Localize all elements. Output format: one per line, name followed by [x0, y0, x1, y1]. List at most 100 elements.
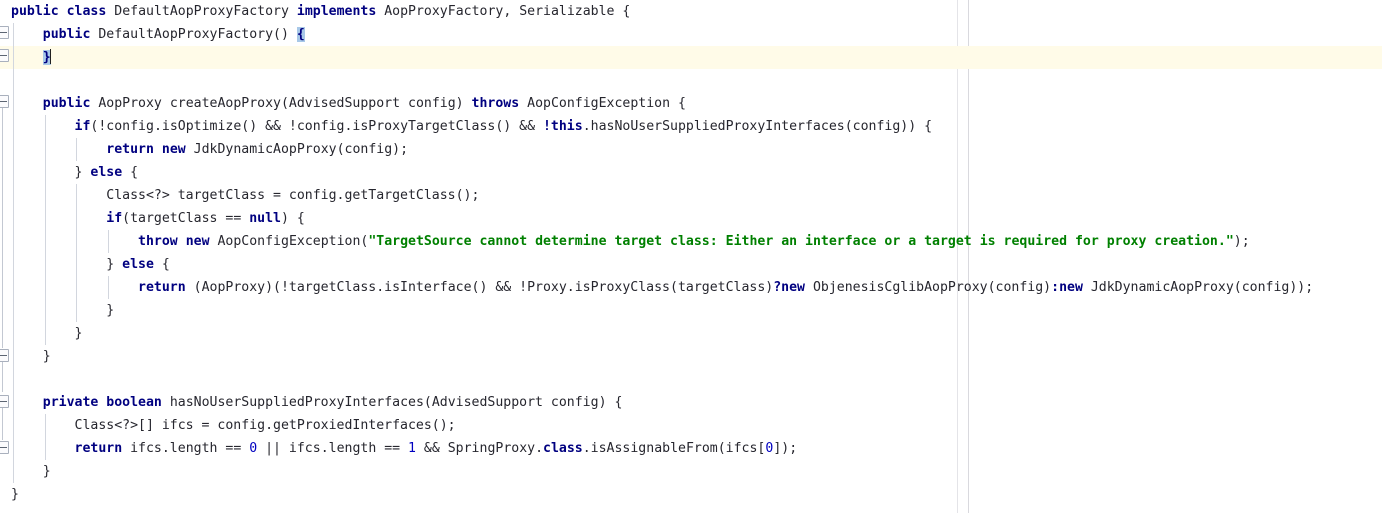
fold-toggle-3[interactable]: [0, 95, 9, 108]
token-pun: [11, 395, 43, 410]
code-line[interactable]: Class<?>[] ifcs = config.getProxiedInter…: [0, 414, 1382, 437]
token-id: ObjenesisCglibAopProxy(config): [805, 280, 1052, 295]
indent-guide: [13, 46, 14, 69]
indent-guide: [76, 230, 78, 253]
code-line[interactable]: return (AopProxy)(!targetClass.isInterfa…: [0, 276, 1382, 299]
token-id: Class<?> targetClass = config.getTargetC…: [11, 188, 480, 203]
token-kw: null: [249, 211, 281, 226]
code-line[interactable]: } else {: [0, 161, 1382, 184]
token-id: AopProxyFactory, Serializable {: [384, 4, 631, 19]
token-brace-hl: {: [296, 27, 305, 42]
fold-toggle-5[interactable]: [0, 395, 9, 408]
indent-guide: [76, 253, 78, 276]
token-pun: [519, 96, 527, 111]
token-id: hasNoUserSuppliedProxyInterfaces(Advised…: [169, 395, 623, 410]
token-kw: new: [781, 280, 805, 295]
token-id: .hasNoUserSuppliedProxyInterfaces(config…: [582, 119, 933, 134]
indent-guide: [13, 414, 14, 437]
token-id: Class<?>[] ifcs = config.getProxiedInter…: [11, 418, 456, 433]
token-pun: [162, 395, 170, 410]
token-kw: return: [138, 280, 186, 295]
indent-guide: [13, 345, 14, 368]
token-kw: boolean: [106, 395, 162, 410]
token-id: DefaultAopProxyFactory: [114, 4, 289, 19]
code-line[interactable]: [0, 69, 1382, 92]
code-line[interactable]: if(targetClass == null) {: [0, 207, 1382, 230]
fold-toggle-2[interactable]: [0, 49, 9, 62]
code-line[interactable]: } else {: [0, 253, 1382, 276]
token-pun: [11, 96, 43, 111]
token-kw: return: [74, 441, 123, 456]
token-id: ifcs.length ==: [122, 441, 250, 456]
code-line[interactable]: return ifcs.length == 0 || ifcs.length =…: [0, 437, 1382, 460]
code-line[interactable]: throw new AopConfigException("TargetSour…: [0, 230, 1382, 253]
token-kw: new: [161, 142, 186, 157]
indent-guide: [13, 368, 14, 391]
token-id: }: [11, 464, 51, 479]
token-id: JdkDynamicAopProxy(config));: [1082, 280, 1314, 295]
indent-guide: [13, 23, 14, 46]
token-id: ) {: [280, 211, 305, 226]
token-kw: new: [185, 234, 210, 249]
token-num: 0: [249, 441, 258, 456]
indent-guide: [13, 69, 14, 92]
token-id: && SpringProxy.: [415, 441, 544, 456]
token-pun: [59, 4, 67, 19]
token-id: (!config.isOptimize() && !config.isProxy…: [90, 119, 543, 134]
indent-guide: [76, 184, 78, 207]
code-content[interactable]: public class DefaultAopProxyFactory impl…: [0, 0, 1382, 513]
token-kw: ?: [773, 280, 782, 295]
indent-guide: [44, 230, 46, 253]
indent-guide: [13, 299, 14, 322]
fold-toggle-4[interactable]: [0, 349, 9, 362]
token-id: (targetClass ==: [122, 211, 250, 226]
indent-guide: [13, 184, 14, 207]
indent-guide: [13, 460, 14, 483]
text-caret: [49, 49, 51, 64]
code-line[interactable]: return new JdkDynamicAopProxy(config);: [0, 138, 1382, 161]
token-kw: public: [11, 4, 59, 19]
code-line[interactable]: }: [0, 483, 1382, 506]
token-kw: class: [543, 441, 583, 456]
token-kw: public: [42, 96, 91, 111]
token-pun: [178, 234, 186, 249]
token-id: }: [11, 257, 123, 272]
token-pun: [11, 280, 138, 295]
indent-guide: [44, 299, 46, 322]
token-kw: !this: [542, 119, 583, 134]
indent-guide: [76, 276, 78, 299]
indent-guide: [44, 322, 46, 345]
fold-connector-2: [2, 362, 3, 392]
code-line[interactable]: [0, 368, 1382, 391]
token-kw: implements: [296, 4, 377, 19]
code-line[interactable]: public DefaultAopProxyFactory() {: [0, 23, 1382, 46]
fold-toggle-1[interactable]: [0, 26, 9, 39]
code-line[interactable]: public AopProxy createAopProxy(AdvisedSu…: [0, 92, 1382, 115]
token-pun: [154, 142, 162, 157]
code-line[interactable]: public class DefaultAopProxyFactory impl…: [0, 0, 1382, 23]
token-kw: class: [66, 4, 107, 19]
code-line[interactable]: }: [0, 460, 1382, 483]
indent-guide: [13, 276, 14, 299]
code-line[interactable]: if(!config.isOptimize() && !config.isPro…: [0, 115, 1382, 138]
fold-gutter[interactable]: [0, 0, 11, 513]
code-line[interactable]: }: [0, 299, 1382, 322]
indent-guide: [13, 322, 14, 345]
indent-guide: [13, 230, 14, 253]
token-id: || ifcs.length ==: [257, 441, 409, 456]
code-editor[interactable]: public class DefaultAopProxyFactory impl…: [0, 0, 1382, 513]
token-id: AopConfigException {: [527, 96, 686, 111]
token-id: DefaultAopProxyFactory(): [98, 27, 297, 42]
code-line[interactable]: }: [0, 322, 1382, 345]
token-id: }: [11, 349, 51, 364]
indent-guide: [44, 207, 46, 230]
indent-guide: [13, 391, 14, 414]
token-id: {: [122, 165, 139, 180]
token-id: .isAssignableFrom(ifcs[: [582, 441, 766, 456]
code-line[interactable]: }: [0, 345, 1382, 368]
code-line[interactable]: private boolean hasNoUserSuppliedProxyIn…: [0, 391, 1382, 414]
fold-toggle-6[interactable]: [0, 441, 9, 454]
code-line[interactable]: }: [0, 46, 1382, 69]
code-line[interactable]: Class<?> targetClass = config.getTargetC…: [0, 184, 1382, 207]
token-id: }: [11, 326, 83, 341]
